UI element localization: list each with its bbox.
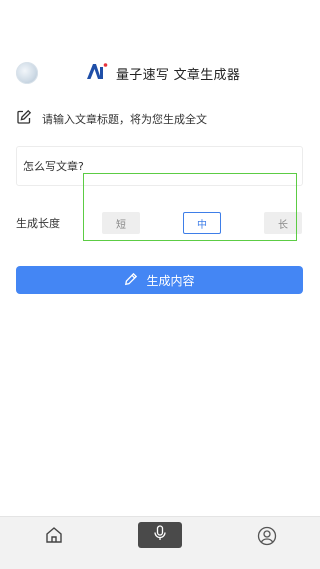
avatar[interactable]: [16, 62, 38, 84]
home-icon[interactable]: [44, 525, 64, 545]
microphone-icon: [153, 525, 167, 545]
generate-button[interactable]: 生成内容: [16, 266, 303, 294]
article-title-input[interactable]: [16, 146, 303, 186]
length-medium-button[interactable]: 中: [183, 212, 221, 234]
length-label: 生成长度: [16, 217, 60, 230]
length-long-button[interactable]: 长: [264, 212, 302, 234]
app-title: 量子速写 文章生成器: [116, 67, 241, 83]
app-header: 量子速写 文章生成器: [86, 62, 240, 84]
edit-icon: [16, 109, 32, 129]
app-logo-icon: [86, 62, 108, 84]
profile-icon[interactable]: [257, 526, 277, 546]
microphone-button[interactable]: [138, 522, 182, 548]
length-short-button[interactable]: 短: [102, 212, 140, 234]
generate-button-label: 生成内容: [146, 273, 195, 288]
pencil-icon: [124, 272, 138, 289]
prompt-row: 请输入文章标题，将为您生成全文: [16, 109, 207, 129]
prompt-text: 请输入文章标题，将为您生成全文: [42, 113, 207, 126]
